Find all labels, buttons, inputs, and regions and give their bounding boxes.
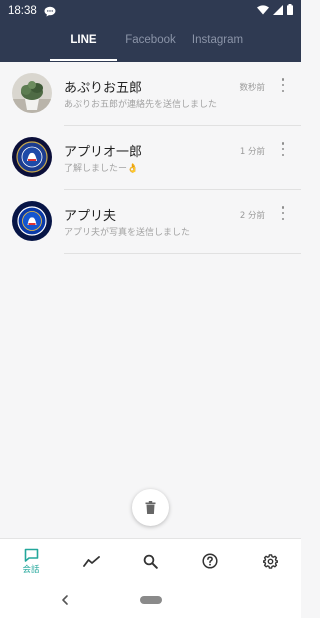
tab-instagram[interactable]: Instagram xyxy=(184,22,251,62)
tab-facebook[interactable]: Facebook xyxy=(117,22,184,62)
more-vert-icon[interactable] xyxy=(279,78,287,92)
status-icons xyxy=(257,4,293,18)
avatar xyxy=(12,201,52,241)
status-time: 18:38 xyxy=(8,5,37,17)
message-preview: アプリ夫が写真を送信しました xyxy=(64,228,191,238)
contact-name: あぷりお五郎 xyxy=(64,81,143,96)
contact-name: アプリオ一郎 xyxy=(64,145,143,160)
nav-search[interactable] xyxy=(130,539,170,583)
nav-help[interactable] xyxy=(190,539,230,583)
nav-conversations-label: 会話 xyxy=(22,564,40,575)
trash-icon xyxy=(145,501,156,514)
tab-bar: LINE Facebook Instagram xyxy=(0,22,301,62)
bottom-nav: 会話 xyxy=(0,538,301,582)
home-pill[interactable] xyxy=(140,596,162,604)
message-time: 2 分前 xyxy=(239,211,265,221)
list-item[interactable]: アプリ夫 2 分前 アプリ夫が写真を送信しました xyxy=(0,190,301,254)
nav-settings[interactable] xyxy=(250,539,290,583)
list-item[interactable]: あぷりお五郎 数秒前 あぷりお五郎が連絡先を送信しました xyxy=(0,62,301,126)
nav-conversations[interactable]: 会話 xyxy=(11,539,51,583)
delete-button[interactable] xyxy=(132,489,169,526)
nav-trends[interactable] xyxy=(71,539,111,583)
more-vert-icon[interactable] xyxy=(279,206,287,220)
divider xyxy=(64,253,301,254)
conversation-list: あぷりお五郎 数秒前 あぷりお五郎が連絡先を送信しました アプリオ一郎 1 分前… xyxy=(0,62,301,254)
more-vert-icon[interactable] xyxy=(279,142,287,156)
wifi-icon xyxy=(257,4,269,18)
cell-signal-icon xyxy=(273,4,283,18)
status-bar: 18:38 xyxy=(0,0,301,22)
settings-icon xyxy=(262,553,278,569)
message-preview: あぷりお五郎が連絡先を送信しました xyxy=(64,100,218,110)
chat-icon xyxy=(24,548,38,562)
help-icon xyxy=(202,553,218,569)
trend-icon xyxy=(82,555,100,567)
battery-icon xyxy=(287,4,293,18)
avatar xyxy=(12,137,52,177)
avatar xyxy=(12,73,52,113)
list-item[interactable]: アプリオ一郎 1 分前 了解しましたー👌 xyxy=(0,126,301,190)
tab-line[interactable]: LINE xyxy=(50,22,117,62)
message-time: 数秒前 xyxy=(239,83,265,93)
line-chat-icon xyxy=(44,6,56,17)
search-icon xyxy=(143,554,158,569)
contact-name: アプリ夫 xyxy=(64,209,117,224)
back-icon[interactable] xyxy=(60,593,70,607)
system-nav-bar xyxy=(0,582,301,618)
message-time: 1 分前 xyxy=(239,147,265,157)
message-preview: 了解しましたー👌 xyxy=(64,164,139,174)
